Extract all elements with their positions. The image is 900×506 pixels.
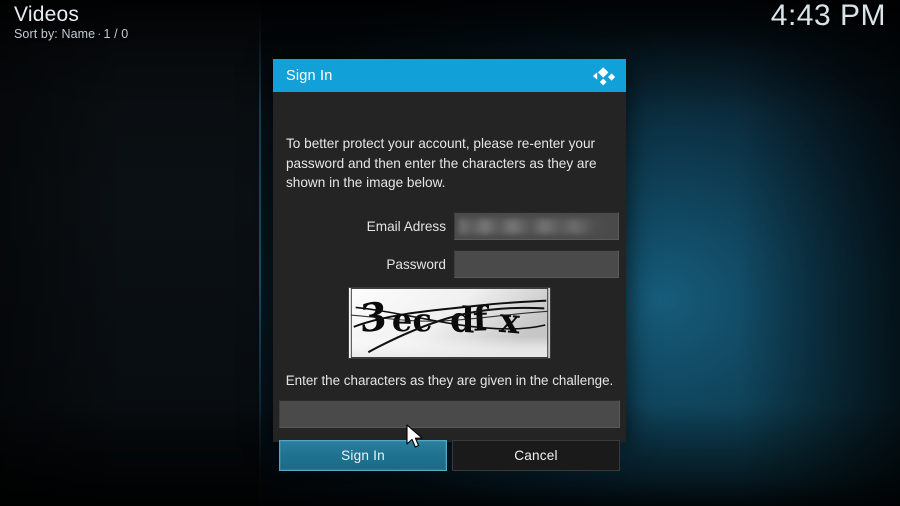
item-count: 1 / 0 — [103, 27, 129, 41]
cancel-button-label: Cancel — [514, 448, 558, 463]
email-row: Email Adress — [273, 212, 626, 240]
sort-label: Sort by: Name — [14, 27, 96, 41]
clock: 4:43 PM — [770, 0, 886, 32]
mouse-arrow-cursor — [406, 424, 426, 452]
sign-in-dialog: Sign In To better protect your account, … — [273, 59, 626, 471]
email-field[interactable] — [454, 212, 619, 240]
sign-in-button-label: Sign In — [341, 448, 385, 463]
captcha-input[interactable] — [279, 400, 620, 428]
kodi-logo-icon — [588, 65, 618, 87]
dialog-header: Sign In — [273, 59, 626, 92]
status-separator: · — [97, 27, 102, 41]
captcha-hint: Enter the characters as they are given i… — [285, 373, 614, 388]
dialog-title: Sign In — [286, 67, 333, 84]
password-field[interactable] — [454, 250, 619, 278]
page-title: Videos — [14, 3, 80, 26]
email-redacted-value — [459, 219, 611, 234]
dialog-message: To better protect your account, please r… — [286, 136, 597, 190]
captcha-image: 3 e c d f x 3 e c — [348, 287, 551, 359]
password-row: Password — [273, 250, 626, 278]
dialog-body: To better protect your account, please r… — [273, 92, 626, 471]
dialog-button-row: Sign In Cancel — [279, 440, 620, 471]
sort-status: Sort by: Name · 1 / 0 — [14, 27, 128, 41]
kodi-screen: Videos Sort by: Name · 1 / 0 4:43 PM Sign … — [0, 0, 900, 506]
cancel-button[interactable]: Cancel — [452, 440, 620, 471]
